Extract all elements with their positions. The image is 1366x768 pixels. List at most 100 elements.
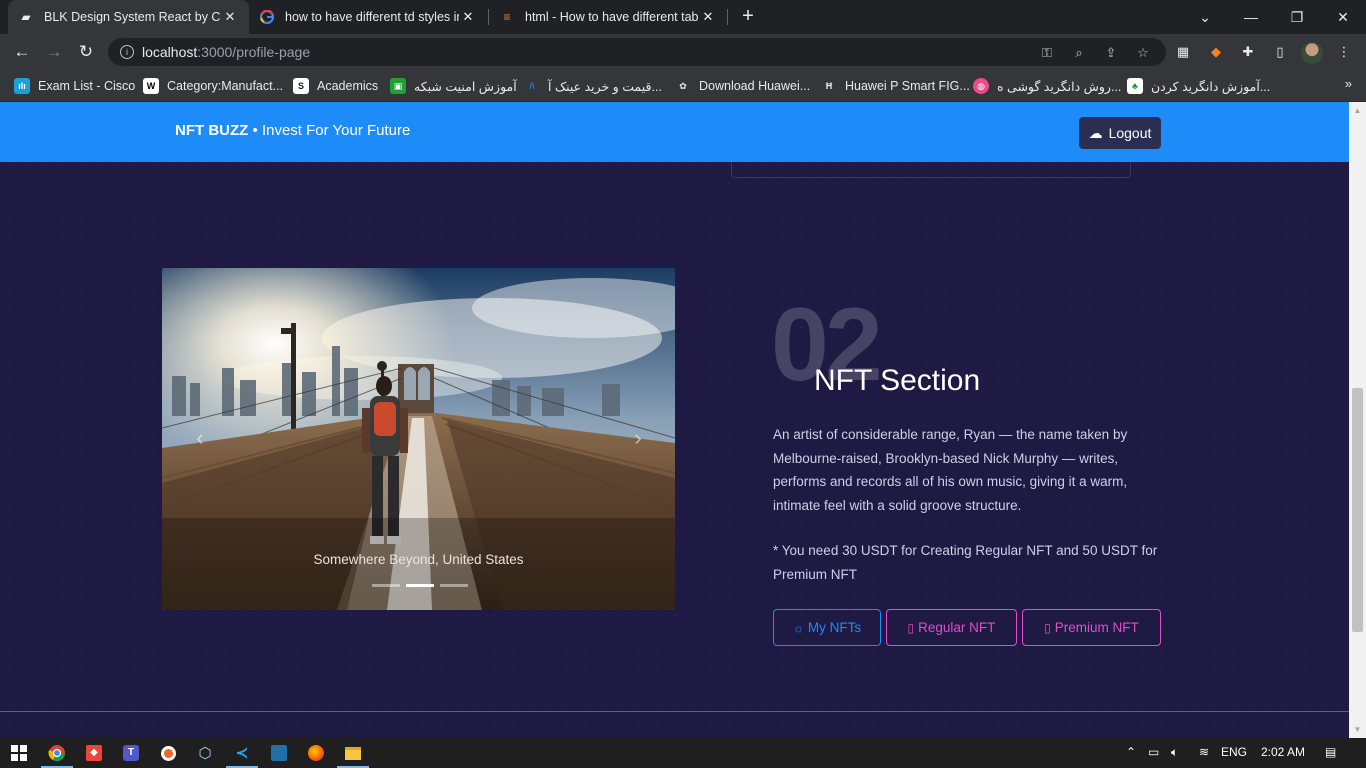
section-description: An artist of considerable range, Ryan — …: [773, 427, 1128, 513]
scroll-thumb[interactable]: [1352, 388, 1363, 632]
dribbble-icon: ◍: [973, 78, 989, 94]
my-nfts-button[interactable]: ☼ My NFTs: [773, 609, 881, 646]
regular-nft-label: Regular NFT: [918, 620, 996, 635]
brand-separator: •: [252, 122, 258, 139]
restore-icon[interactable]: ❐: [1274, 0, 1320, 34]
cisco-icon: ılı: [14, 78, 30, 94]
premium-nft-button[interactable]: ▯ Premium NFT: [1022, 609, 1161, 646]
carousel-indicator[interactable]: [372, 584, 400, 587]
logout-button[interactable]: ☁ Logout: [1079, 117, 1161, 149]
bookmark-item[interactable]: ▣ آموزش امنیت شبکه: [390, 76, 517, 96]
regular-nft-button[interactable]: ▯ Regular NFT: [886, 609, 1017, 646]
site-navbar: NFT BUZZ • Invest For Your Future ☁ Logo…: [0, 102, 1349, 162]
book-icon: ▯: [1044, 620, 1051, 635]
book-icon: ▯: [907, 620, 915, 635]
zoom-icon[interactable]: ⌕: [1070, 44, 1088, 62]
key-icon[interactable]: ⚿: [1038, 44, 1056, 62]
bookmark-item[interactable]: S Academics: [293, 76, 378, 96]
section-title: NFT Section: [814, 364, 981, 397]
firefox-icon[interactable]: [306, 743, 326, 763]
chrome-icon[interactable]: [41, 743, 73, 768]
site-info-icon[interactable]: i: [120, 45, 134, 59]
clock[interactable]: 2:02 AM: [1261, 745, 1305, 759]
site-leaf-icon: ♣: [1127, 78, 1143, 94]
teams-icon[interactable]: T: [121, 743, 141, 763]
tray-chevron-icon[interactable]: ⌃: [1126, 745, 1136, 759]
file-explorer-icon[interactable]: [337, 743, 369, 768]
virtualbox-icon[interactable]: ⬡: [195, 743, 215, 763]
pricing-note: * You need 30 USDT for Creating Regular …: [773, 543, 1158, 582]
more-bookmarks-icon[interactable]: »: [1345, 76, 1352, 91]
image-carousel[interactable]: ‹ › Somewhere Beyond, United States: [162, 268, 675, 610]
logout-label: Logout: [1108, 125, 1152, 141]
side-panel-icon[interactable]: ▯: [1270, 42, 1290, 62]
windows-start-icon[interactable]: [9, 743, 29, 763]
close-tab-icon[interactable]: ✕: [221, 9, 239, 25]
google-icon: [259, 9, 275, 25]
tab-separator: [727, 9, 728, 25]
extensions-puzzle-icon[interactable]: ✚: [1238, 42, 1258, 62]
huawei-icon: ✿: [679, 80, 687, 91]
close-tab-icon[interactable]: ✕: [459, 9, 477, 25]
bookmark-item[interactable]: ılı Exam List - Cisco: [14, 76, 135, 96]
tab-title: BLK Design System React by Crea: [44, 10, 221, 24]
carousel-caption: Somewhere Beyond, United States: [313, 552, 524, 567]
address-bar[interactable]: i localhost:3000/profile-page ⚿ ⌕ ⇪ ☆: [108, 38, 1166, 66]
stackoverflow-icon: ≡: [503, 10, 511, 24]
page-viewport: NFT BUZZ • Invest For Your Future ☁ Logo…: [0, 102, 1349, 738]
battery-icon[interactable]: ▭: [1148, 745, 1159, 759]
tab-stackoverflow[interactable]: ≡ html - How to have different tabl ✕: [489, 0, 727, 34]
carousel-indicator[interactable]: [406, 584, 434, 587]
close-window-icon[interactable]: ✕: [1320, 0, 1366, 34]
card-bottom-edge: [731, 162, 1131, 178]
blk-logo-icon: ▰: [21, 10, 31, 24]
menu-kebab-icon[interactable]: ⋮: [1334, 42, 1354, 62]
qr-extension-icon[interactable]: ▦: [1173, 42, 1193, 62]
site-green-icon: ▣: [390, 78, 406, 94]
bookmark-star-icon[interactable]: ☆: [1134, 44, 1152, 62]
bookmark-item[interactable]: ✿ Download Huawei...: [675, 76, 810, 96]
tab-search-icon[interactable]: ⌄: [1182, 0, 1228, 34]
tab-title: how to have different td styles in: [285, 10, 459, 24]
bookmark-item[interactable]: ◍ روش دانگرید گوشی ه...: [973, 76, 1121, 96]
minimize-icon[interactable]: —: [1228, 0, 1274, 34]
notifications-icon[interactable]: ▤: [1325, 745, 1336, 759]
carousel-prev-icon[interactable]: ‹: [190, 423, 210, 453]
bookmark-item[interactable]: Ħ Huawei P Smart FIG...: [821, 76, 970, 96]
bookmark-item[interactable]: /\ قیمت و خرید عینک آ...: [524, 76, 661, 96]
share-icon[interactable]: ⇪: [1102, 44, 1120, 62]
bookmark-item[interactable]: ♣ آموزش دانگرید کردن...: [1127, 76, 1270, 96]
wifi-icon[interactable]: ≋: [1199, 745, 1209, 759]
close-tab-icon[interactable]: ✕: [699, 9, 717, 25]
my-nfts-label: My NFTs: [807, 620, 862, 635]
navbar-brand[interactable]: NFT BUZZ • Invest For Your Future: [175, 122, 410, 139]
back-icon[interactable]: ←: [8, 38, 36, 66]
page-scrollbar[interactable]: ▲ ▼: [1349, 102, 1366, 738]
vscode-icon[interactable]: ≺: [226, 743, 258, 768]
scroll-down-icon[interactable]: ▼: [1349, 721, 1366, 738]
packet-tracer-icon[interactable]: [269, 743, 289, 763]
tab-google-search[interactable]: how to have different td styles in ✕: [249, 0, 487, 34]
language-indicator[interactable]: ENG: [1221, 745, 1247, 759]
carousel-indicator[interactable]: [440, 584, 468, 587]
carousel-next-icon[interactable]: ›: [628, 423, 648, 453]
cloud-upload-icon: ☁: [1088, 124, 1103, 141]
tab-strip: ▰ BLK Design System React by Crea ✕ how …: [0, 0, 1366, 34]
windows-taskbar: ◆ T ⬡ ≺ ⌃ ▭ 🔈︎ ≋ ENG 2:02 AM ▤: [0, 738, 1366, 768]
forward-icon[interactable]: →: [40, 38, 68, 66]
brand-tagline: Invest For Your Future: [261, 122, 411, 139]
volume-icon[interactable]: 🔈︎: [1171, 745, 1178, 760]
wikipedia-icon: W: [143, 78, 159, 94]
metamask-icon[interactable]: ◆: [1206, 42, 1226, 62]
new-tab-button[interactable]: +: [737, 5, 759, 27]
record-icon[interactable]: [158, 743, 178, 763]
tab-blk-design[interactable]: ▰ BLK Design System React by Crea ✕: [8, 0, 249, 34]
profile-avatar[interactable]: [1301, 42, 1323, 64]
section-divider: [0, 711, 1349, 712]
scroll-up-icon[interactable]: ▲: [1349, 102, 1366, 119]
glasses-shop-icon: /\: [529, 81, 535, 91]
url-text: localhost:3000/profile-page: [142, 44, 311, 60]
reload-icon[interactable]: ↻: [72, 38, 100, 66]
bookmark-item[interactable]: W Category:Manufact...: [143, 76, 283, 96]
anydesk-icon[interactable]: ◆: [84, 743, 104, 763]
